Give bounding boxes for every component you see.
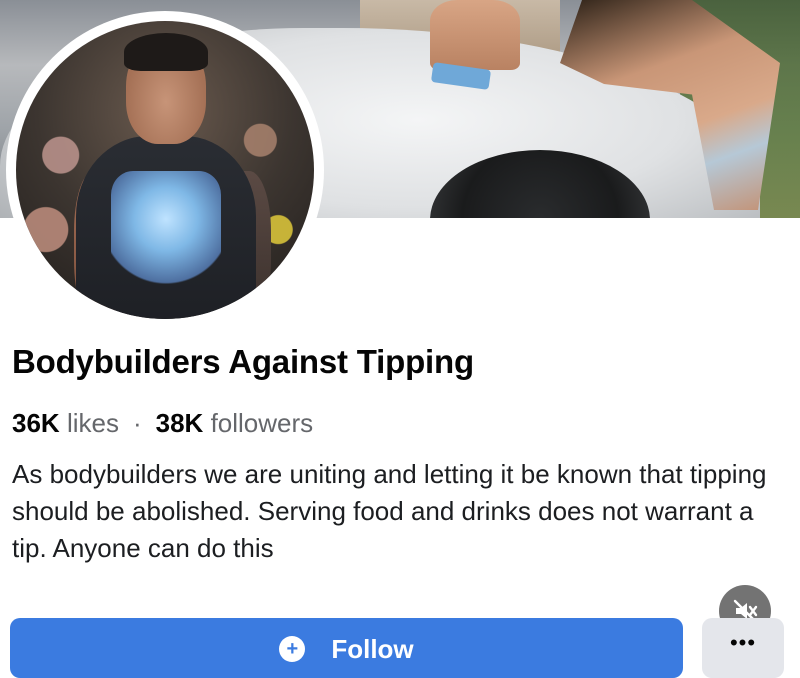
page-stats: 36K likes · 38K followers <box>12 408 313 439</box>
page-bio: As bodybuilders we are uniting and letti… <box>12 459 767 563</box>
follow-plus-icon: + <box>279 636 306 662</box>
cover-person-left <box>430 0 520 70</box>
avatar-hair <box>124 33 208 71</box>
likes-stat[interactable]: 36K likes <box>12 408 119 438</box>
likes-label: likes <box>66 408 119 438</box>
more-options-icon: ••• <box>729 630 757 655</box>
page-title: Bodybuilders Against Tipping <box>12 343 474 380</box>
likes-count: 36K <box>12 408 60 438</box>
stats-separator: · <box>132 408 142 438</box>
followers-count: 38K <box>155 408 204 438</box>
avatar-shirt-graphic <box>111 171 221 291</box>
followers-stat[interactable]: 38K followers <box>156 408 314 438</box>
more-options-button[interactable]: ••• <box>702 618 784 678</box>
follow-button[interactable]: + Follow <box>10 618 683 678</box>
followers-label: followers <box>210 408 314 438</box>
profile-avatar[interactable] <box>16 21 314 319</box>
follow-label: Follow <box>331 634 414 664</box>
